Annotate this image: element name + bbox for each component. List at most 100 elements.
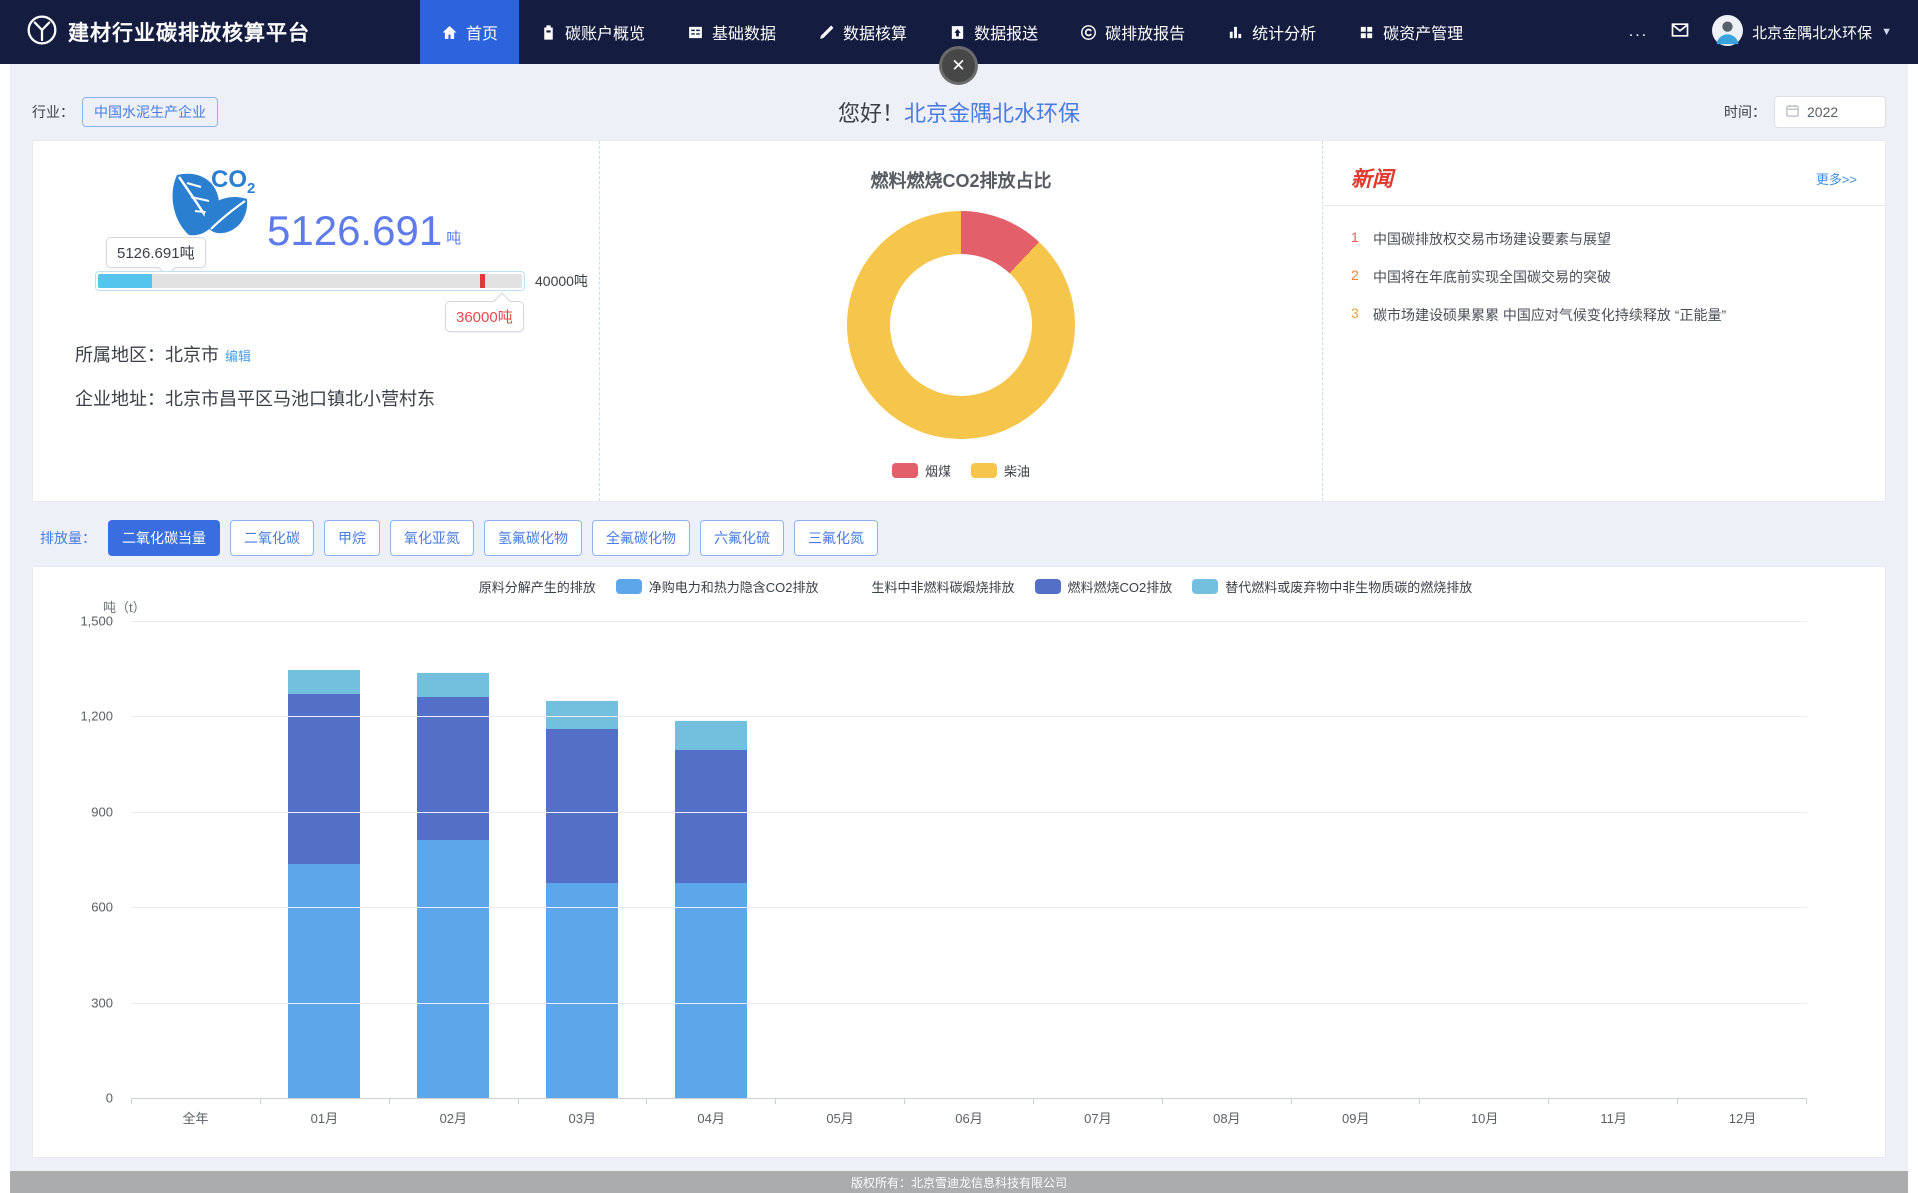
tab-ch4[interactable]: 甲烷 (324, 520, 380, 556)
tab-pfcs[interactable]: 全氟碳化物 (592, 520, 690, 556)
news-item[interactable]: 1中国碳排放权交易市场建设要素与展望 (1351, 220, 1857, 258)
tab-co2[interactable]: 二氧化碳 (230, 520, 314, 556)
account-icon (540, 24, 557, 41)
quota-progress-track (98, 274, 522, 288)
pie-chart-title: 燃料燃烧CO2排放占比 (600, 167, 1322, 193)
y-axis-tick-label: 300 (91, 995, 113, 1010)
nav-item-carbon-emission-report[interactable]: 碳排放报告 (1059, 0, 1206, 64)
nav-item-label: 统计分析 (1252, 20, 1316, 44)
legend-label: 原料分解产生的排放 (479, 577, 596, 596)
bar-cells (131, 621, 1807, 1098)
news-item[interactable]: 3碳市场建设硕果累累 中国应对气候变化持续释放 “正能量” (1351, 296, 1857, 334)
nav-item-data-accounting[interactable]: 数据核算 (797, 0, 928, 64)
bar-segment (675, 750, 747, 884)
address-line: 企业地址：北京市昌平区马池口镇北小营村东 (75, 385, 435, 411)
x-axis-tick (1034, 1099, 1163, 1104)
asset-icon (1358, 24, 1375, 41)
user-menu[interactable]: 北京金隅北水环保 ▼ (1712, 15, 1892, 50)
edit-region-link[interactable]: 编辑 (225, 349, 251, 364)
y-axis-tick-label: 900 (91, 804, 113, 819)
nav-item-label: 碳资产管理 (1383, 20, 1463, 44)
legend-marker (838, 579, 864, 594)
greeting-company-link[interactable]: 北京金隅北水环保 (904, 101, 1080, 126)
legend-label: 柴油 (1004, 461, 1030, 480)
nav-more-ellipsis[interactable]: ... (1629, 23, 1648, 41)
bar-segment (675, 721, 747, 750)
nav-item-carbon-account-overview[interactable]: 碳账户概览 (519, 0, 666, 64)
nav-item-label: 首页 (466, 20, 498, 44)
tab-nf3[interactable]: 三氟化氮 (794, 520, 878, 556)
bar-legend-item[interactable]: 替代燃料或废弃物中非生物质碳的燃烧排放 (1192, 577, 1472, 596)
brand-title: 建材行业碳排放核算平台 (68, 17, 310, 47)
bar-legend-item[interactable]: 原料分解产生的排放 (446, 577, 596, 596)
threshold-tooltip: 36000吨 (445, 301, 524, 332)
x-axis-tick (519, 1099, 648, 1104)
bar-category-cell (776, 621, 905, 1098)
y-axis-labels: 03006009001,2001,500 (61, 621, 123, 1098)
x-axis-tick (1678, 1099, 1807, 1104)
x-axis-label: 01月 (260, 1108, 389, 1127)
tab-n2o[interactable]: 氧化亚氮 (390, 520, 474, 556)
donut-chart (847, 211, 1075, 439)
bar-legend-item[interactable]: 生料中非燃料碳煅烧排放 (838, 577, 1014, 596)
year-picker[interactable]: 2022 (1774, 96, 1886, 128)
bar-category-cell (1291, 621, 1420, 1098)
quota-progress-row: 40000吨 (95, 271, 588, 291)
bar-category-cell (389, 621, 518, 1098)
bar-plot (131, 621, 1807, 1098)
nav-item-base-data[interactable]: 基础数据 (666, 0, 797, 64)
legend-marker (1035, 579, 1061, 594)
copyright-text: 版权所有：北京雪迪龙信息科技有限公司 (851, 1174, 1067, 1191)
bar-segment (546, 883, 618, 1098)
tab-sf6[interactable]: 六氟化硫 (700, 520, 784, 556)
emission-chart-panel: 原料分解产生的排放 净购电力和热力隐含CO2排放生料中非燃料碳煅烧排放 燃料燃烧CO… (32, 566, 1886, 1158)
x-axis-label: 03月 (518, 1108, 647, 1127)
region-label: 所属地区： (75, 345, 165, 365)
gridline (131, 1003, 1807, 1004)
news-more-link[interactable]: 更多>> (1816, 169, 1857, 188)
bar-category-cell (1162, 621, 1291, 1098)
x-axis-label: 09月 (1291, 1108, 1420, 1127)
bar-category-cell (131, 621, 260, 1098)
bar-category-cell (647, 621, 776, 1098)
x-axis-tick (390, 1099, 519, 1104)
svg-text:CO: CO (211, 166, 247, 193)
pie-legend-item[interactable]: 柴油 (971, 461, 1030, 480)
industry-tag[interactable]: 中国水泥生产企业 (82, 97, 218, 127)
news-item[interactable]: 2中国将在年底前实现全国碳交易的突破 (1351, 258, 1857, 296)
legend-marker (971, 463, 997, 478)
region-line: 所属地区：北京市编辑 (75, 341, 251, 367)
news-item-text: 碳市场建设硕果累累 中国应对气候变化持续释放 “正能量” (1373, 305, 1726, 325)
x-axis-label: 05月 (776, 1108, 905, 1127)
x-axis-label: 全年 (131, 1108, 260, 1127)
close-button[interactable]: ✕ (939, 46, 978, 85)
bar-legend-item[interactable]: 燃料燃烧CO2排放 (1035, 577, 1173, 596)
gas-tabs-row: 排放量： 二氧化碳当量二氧化碳甲烷氧化亚氮氢氟碳化物全氟碳化物六氟化硫三氟化氮 (10, 502, 1908, 556)
page-body: 行业： 中国水泥生产企业 您好！北京金隅北水环保 时间： 2022 CO2 51… (10, 64, 1908, 1193)
address-value: 北京市昌平区马池口镇北小营村东 (165, 389, 435, 409)
tab-co2e[interactable]: 二氧化碳当量 (108, 520, 220, 556)
x-axis-label: 06月 (905, 1108, 1034, 1127)
mail-icon[interactable] (1670, 20, 1690, 45)
y-axis-tick-label: 1,200 (80, 709, 113, 724)
nav-item-carbon-asset-management[interactable]: 碳资产管理 (1337, 0, 1484, 64)
bar-segment (417, 697, 489, 840)
news-item-index: 2 (1351, 267, 1361, 287)
nav-right: ... 北京金隅北水环保 ▼ (1629, 0, 1918, 64)
pie-legend-item[interactable]: 烟煤 (892, 461, 951, 480)
current-emission-tooltip: 5126.691吨 (106, 237, 206, 268)
bar-legend-item[interactable]: 净购电力和热力隐含CO2排放 (616, 577, 819, 596)
legend-label: 替代燃料或废弃物中非生物质碳的燃烧排放 (1225, 577, 1472, 596)
nav-item-home[interactable]: 首页 (420, 0, 519, 64)
x-axis-labels: 全年01月02月03月04月05月06月07月08月09月10月11月12月 (131, 1108, 1807, 1127)
x-axis-label: 02月 (389, 1108, 518, 1127)
news-header: 新闻 更多>> (1323, 141, 1885, 206)
x-axis-tick (1549, 1099, 1678, 1104)
nav-item-label: 基础数据 (712, 20, 776, 44)
nav-item-statistics-analysis[interactable]: 统计分析 (1206, 0, 1337, 64)
footer: 版权所有：北京雪迪龙信息科技有限公司 (10, 1171, 1908, 1193)
x-axis-tick (647, 1099, 776, 1104)
emission-total-section: CO2 5126.691 吨 5126.691吨 40000吨 36000吨 (33, 141, 600, 501)
x-axis-label: 11月 (1549, 1108, 1678, 1127)
tab-hfcs[interactable]: 氢氟碳化物 (484, 520, 582, 556)
